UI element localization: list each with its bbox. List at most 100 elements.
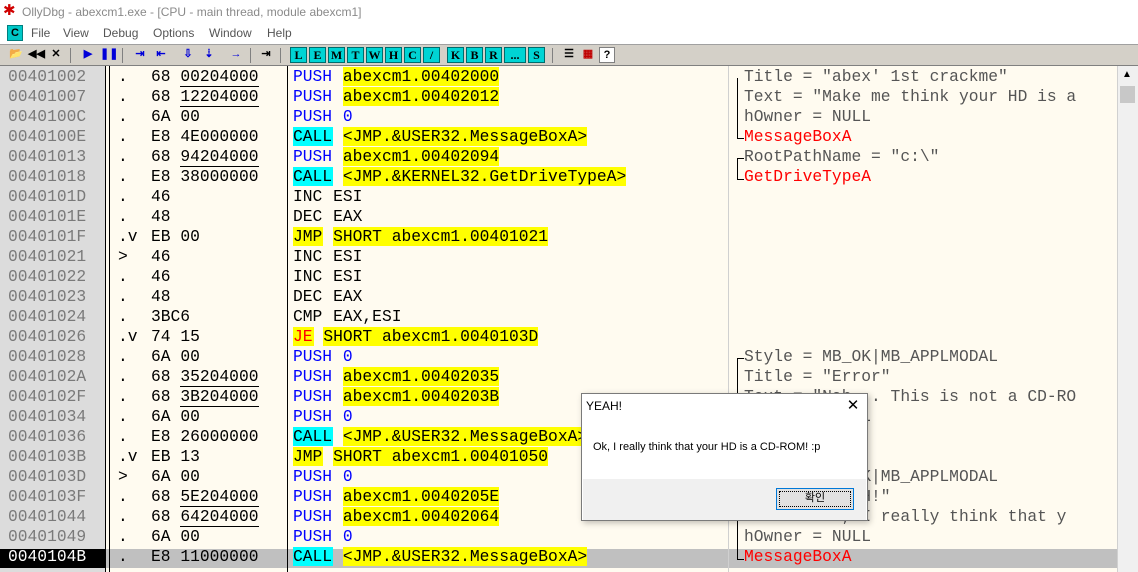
step-over-icon[interactable]: ⇤ bbox=[153, 47, 169, 63]
hex-opcode: 74 bbox=[151, 327, 171, 346]
row-address: 00401024 bbox=[8, 307, 87, 326]
references-button[interactable]: R bbox=[485, 47, 502, 63]
menu-help[interactable]: Help bbox=[267, 26, 292, 40]
row-instruction: CALL <JMP.&USER32.MessageBoxA> bbox=[293, 547, 588, 567]
row-instruction: CALL <JMP.&KERNEL32.GetDriveTypeA> bbox=[293, 167, 627, 187]
scroll-up-icon[interactable]: ▲ bbox=[1122, 69, 1132, 80]
disasm-row[interactable]: 00401026 .v 74 15 JE SHORT abexcm1.0040103D bbox=[0, 327, 1138, 347]
disasm-row[interactable]: 0040101E. 48 DEC EAX bbox=[0, 207, 1138, 227]
call-stack-button[interactable]: K bbox=[447, 47, 464, 63]
hex-opcode: 68 bbox=[151, 387, 171, 406]
disasm-row[interactable]: 00401024. 3BC6 CMP EAX,ESI bbox=[0, 307, 1138, 327]
execute-till-return-icon[interactable]: → bbox=[228, 47, 244, 63]
disasm-row[interactable]: 0040104B. E8 11000000 CALL <JMP.&USER32.Me… bbox=[0, 547, 1138, 567]
log-window-button[interactable]: L bbox=[290, 47, 307, 63]
ollydbg-bug-icon: ✱ bbox=[3, 2, 16, 19]
menu-options[interactable]: Options bbox=[153, 26, 194, 40]
step-into-icon[interactable]: ⇥ bbox=[132, 47, 148, 63]
row-jump-marker: > bbox=[118, 247, 128, 266]
disasm-row[interactable]: 0040100C. 6A 00 PUSH 0 hOwner = NULL bbox=[0, 107, 1138, 127]
disasm-row[interactable]: 00401002. 68 00204000 PUSH abexcm1.0040200… bbox=[0, 67, 1138, 87]
close-icon[interactable]: ✕ bbox=[842, 395, 864, 417]
close-icon[interactable]: ✕ bbox=[48, 47, 64, 63]
disasm-row[interactable]: 00401007. 68 12204000 PUSH abexcm1.0040201… bbox=[0, 87, 1138, 107]
cpu-window-icon[interactable]: C bbox=[7, 25, 23, 41]
instruction-mnemonic: INC bbox=[293, 247, 323, 266]
disasm-row[interactable]: 00401028. 6A 00 PUSH 0 Style = MB_OK|MB_APP… bbox=[0, 347, 1138, 367]
hex-opcode: 46 bbox=[151, 267, 171, 286]
rewind-icon[interactable]: ◀◀ bbox=[28, 47, 45, 63]
patches-button[interactable]: / bbox=[423, 47, 440, 63]
instruction-operand: ESI bbox=[333, 267, 363, 286]
hex-argument: 00 bbox=[180, 227, 200, 246]
disasm-row[interactable]: 0040100E. E8 4E000000 CALL <JMP.&USER32.Me… bbox=[0, 127, 1138, 147]
appearance-icon[interactable]: ▦ bbox=[580, 47, 596, 63]
trace-into-icon[interactable]: ⇩ bbox=[180, 47, 196, 63]
instruction-operand: <JMP.&KERNEL32.GetDriveTypeA> bbox=[342, 167, 627, 186]
menu-debug[interactable]: Debug bbox=[103, 26, 138, 40]
memory-map-button[interactable]: M bbox=[328, 47, 345, 63]
row-jump-marker: . bbox=[118, 207, 128, 226]
menu-view[interactable]: View bbox=[63, 26, 89, 40]
hex-opcode: 6A bbox=[151, 527, 171, 546]
executable-modules-button[interactable]: E bbox=[309, 47, 326, 63]
row-jump-marker: . bbox=[118, 547, 128, 566]
disasm-row[interactable]: 00401034.6A 00PUSH 0hOwner = NULL bbox=[0, 407, 1138, 427]
disasm-row[interactable]: 00401013. 68 94204000 PUSH abexcm1.0040209… bbox=[0, 147, 1138, 167]
breakpoints-button[interactable]: B bbox=[466, 47, 483, 63]
disasm-row[interactable]: 0040103F. 68 5E204000 PUSH abexcm1.0040205… bbox=[0, 487, 1138, 507]
disasm-row[interactable]: 00401022. 46 INC ESI bbox=[0, 267, 1138, 287]
open-icon[interactable]: 📂 bbox=[8, 47, 24, 63]
hex-opcode: 48 bbox=[151, 207, 171, 226]
row-jump-marker: .v bbox=[118, 227, 138, 246]
menu-file[interactable]: File bbox=[31, 26, 50, 40]
run-trace-button[interactable]: ... bbox=[504, 47, 526, 63]
row-hex-dump: 68 64204000 bbox=[151, 507, 259, 527]
source-button[interactable]: S bbox=[528, 47, 545, 63]
dialog-title: YEAH! bbox=[586, 399, 623, 413]
row-instruction: INC ESI bbox=[293, 267, 362, 287]
disasm-row[interactable]: 00401023. 48 DEC EAX bbox=[0, 287, 1138, 307]
disassembly-pane[interactable]: 00401002. 68 00204000 PUSH abexcm1.0040200… bbox=[0, 66, 1138, 572]
row-hex-dump: 74 15 bbox=[151, 327, 200, 347]
disasm-row[interactable]: 00401021 >46 INC ESI bbox=[0, 247, 1138, 267]
disasm-row[interactable]: 00401018. E8 38000000 CALL <JMP.&KERNEL32.… bbox=[0, 167, 1138, 187]
row-comment: MessageBoxA bbox=[744, 547, 852, 566]
instruction-mnemonic: JE bbox=[293, 327, 314, 346]
threads-button[interactable]: T bbox=[347, 47, 364, 63]
row-hex-dump: 68 3B204000 bbox=[151, 387, 259, 407]
run-icon[interactable]: ▶ bbox=[80, 47, 96, 63]
trace-over-icon[interactable]: ⇣ bbox=[201, 47, 217, 63]
row-instruction: PUSH abexcm1.00402012 bbox=[293, 87, 500, 107]
row-comment: hOwner = NULL bbox=[744, 527, 872, 546]
list-icon[interactable]: ☰ bbox=[561, 47, 577, 63]
instruction-mnemonic: PUSH bbox=[293, 87, 333, 106]
disasm-row[interactable]: 00401044. 68 64204000 PUSH abexcm1.0040206… bbox=[0, 507, 1138, 527]
vertical-scrollbar[interactable]: ▲ bbox=[1117, 66, 1138, 572]
menu-window[interactable]: Window bbox=[209, 26, 252, 40]
disasm-row[interactable]: 0040101D. 46 INC ESI bbox=[0, 187, 1138, 207]
disasm-row[interactable]: 0040102F. 68 3B204000 PUSH abexcm1.0040203… bbox=[0, 387, 1138, 407]
hex-argument: 4E000000 bbox=[180, 127, 259, 146]
hex-argument: 35204000 bbox=[180, 367, 259, 387]
scroll-thumb[interactable] bbox=[1120, 86, 1135, 103]
disasm-row[interactable]: 0040102A. 68 35204000 PUSH abexcm1.0040203… bbox=[0, 367, 1138, 387]
go-to-icon[interactable]: ⇥ bbox=[258, 47, 274, 63]
row-hex-dump: E8 11000000 bbox=[151, 547, 259, 567]
disasm-row[interactable]: 0040103D >6A 00 PUSH 0 Style = MB_OK|MB_APP… bbox=[0, 467, 1138, 487]
cpu-button[interactable]: C bbox=[404, 47, 421, 63]
handles-button[interactable]: H bbox=[385, 47, 402, 63]
windows-button[interactable]: W bbox=[366, 47, 383, 63]
instruction-mnemonic: PUSH bbox=[293, 67, 333, 86]
row-instruction: CALL <JMP.&USER32.MessageBoxA> bbox=[293, 127, 588, 147]
pause-icon[interactable]: ❚❚ bbox=[100, 47, 118, 63]
disasm-row[interactable]: 00401049. 6A 00 PUSH 0 hOwner = NULL bbox=[0, 527, 1138, 547]
toolbar-separator bbox=[280, 48, 281, 63]
ok-button[interactable]: 확인 bbox=[776, 488, 854, 510]
row-hex-dump: 46 bbox=[151, 247, 171, 267]
disasm-row[interactable]: 0040101F .v EB 00 JMP SHORT abexcm1.0040102… bbox=[0, 227, 1138, 247]
disasm-row[interactable]: 00401036. E8 26000000 CALL <JMP.&USER32.Me… bbox=[0, 427, 1138, 447]
help-icon[interactable]: ? bbox=[599, 47, 615, 63]
row-address: 00401002 bbox=[8, 67, 87, 86]
disasm-row[interactable]: 0040103B .v EB 13 JMP SHORT abexcm1.0040105… bbox=[0, 447, 1138, 467]
